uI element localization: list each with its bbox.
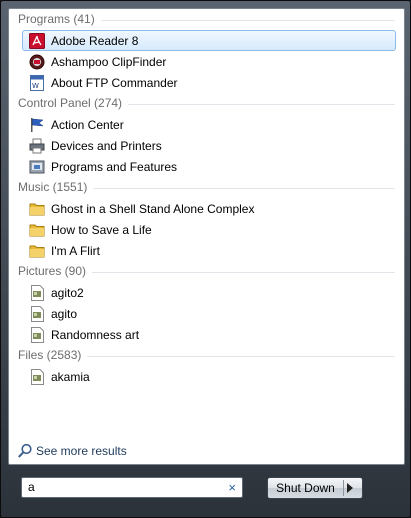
result-label: Action Center <box>51 118 124 132</box>
printer-icon <box>29 138 45 154</box>
result-programs-and-features[interactable]: Programs and Features <box>22 156 396 177</box>
result-label: Ashampoo ClipFinder <box>51 55 167 69</box>
ftp-commander-icon: W <box>29 75 45 91</box>
result-label: How to Save a Life <box>51 223 152 237</box>
image-file-icon <box>29 369 45 385</box>
result-label: About FTP Commander <box>51 76 178 90</box>
result-im-a-flirt[interactable]: I'm A Flirt <box>22 240 396 261</box>
clear-search-icon[interactable]: × <box>228 478 236 497</box>
result-label: Programs and Features <box>51 160 178 174</box>
result-label: Randomness art <box>51 328 140 342</box>
result-ashampoo-clipfinder[interactable]: Ashampoo ClipFinder <box>22 51 396 72</box>
group-header-programs[interactable]: Programs (41) <box>9 9 404 30</box>
result-label: agito <box>51 307 78 321</box>
shut-down-options-arrow-icon[interactable] <box>347 483 353 493</box>
svg-text:W: W <box>32 82 39 90</box>
result-ghost-in-a-shell[interactable]: Ghost in a Shell Stand Alone Complex <box>22 198 396 219</box>
search-results-panel: Programs (41) Adobe Reader 8 Ashampoo Cl… <box>8 8 405 465</box>
see-more-label: See more results <box>36 444 127 458</box>
see-more-results-link[interactable]: See more results <box>17 441 127 461</box>
result-label: agito2 <box>51 286 84 300</box>
result-action-center[interactable]: Action Center <box>22 114 396 135</box>
folder-icon <box>29 243 45 259</box>
group-header-music[interactable]: Music (1551) <box>9 177 404 198</box>
adobe-reader-icon <box>29 33 45 49</box>
folder-icon <box>29 201 45 217</box>
group-files: Files (2583) akamia <box>9 345 404 387</box>
group-programs: Programs (41) Adobe Reader 8 Ashampoo Cl… <box>9 9 404 93</box>
image-file-icon <box>29 285 45 301</box>
shut-down-label: Shut Down <box>276 481 335 495</box>
group-music: Music (1551) Ghost in a Shell Stand Alon… <box>9 177 404 261</box>
result-agito[interactable]: agito <box>22 303 396 324</box>
result-randomness-art[interactable]: Randomness art <box>22 324 396 345</box>
result-devices-and-printers[interactable]: Devices and Printers <box>22 135 396 156</box>
result-how-to-save-a-life[interactable]: How to Save a Life <box>22 219 396 240</box>
group-header-files[interactable]: Files (2583) <box>9 345 404 366</box>
result-label: Devices and Printers <box>51 139 162 153</box>
result-akamia[interactable]: akamia <box>22 366 396 387</box>
programs-features-icon <box>29 159 45 175</box>
shut-down-divider <box>343 480 344 496</box>
image-file-icon <box>29 327 45 343</box>
result-agito2[interactable]: agito2 <box>22 282 396 303</box>
group-control-panel: Control Panel (274) Action Center Device… <box>9 93 404 177</box>
result-label: I'm A Flirt <box>51 244 100 258</box>
search-icon <box>17 443 33 459</box>
search-input-value: a <box>28 480 35 494</box>
start-menu: Programs (41) Adobe Reader 8 Ashampoo Cl… <box>0 0 411 518</box>
result-label: Adobe Reader 8 <box>51 34 139 48</box>
folder-icon <box>29 222 45 238</box>
result-label: Ghost in a Shell Stand Alone Complex <box>51 202 255 216</box>
group-pictures: Pictures (90) agito2 agito Randomness ar… <box>9 261 404 345</box>
flag-icon <box>29 117 45 133</box>
group-header-pictures[interactable]: Pictures (90) <box>9 261 404 282</box>
shut-down-button[interactable]: Shut Down <box>267 477 363 499</box>
result-about-ftp-commander[interactable]: W About FTP Commander <box>22 72 396 93</box>
search-input[interactable]: a × <box>21 477 243 498</box>
group-header-control-panel[interactable]: Control Panel (274) <box>9 93 404 114</box>
result-label: akamia <box>51 370 90 384</box>
result-adobe-reader[interactable]: Adobe Reader 8 <box>22 30 396 51</box>
image-file-icon <box>29 306 45 322</box>
clipfinder-icon <box>29 54 45 70</box>
